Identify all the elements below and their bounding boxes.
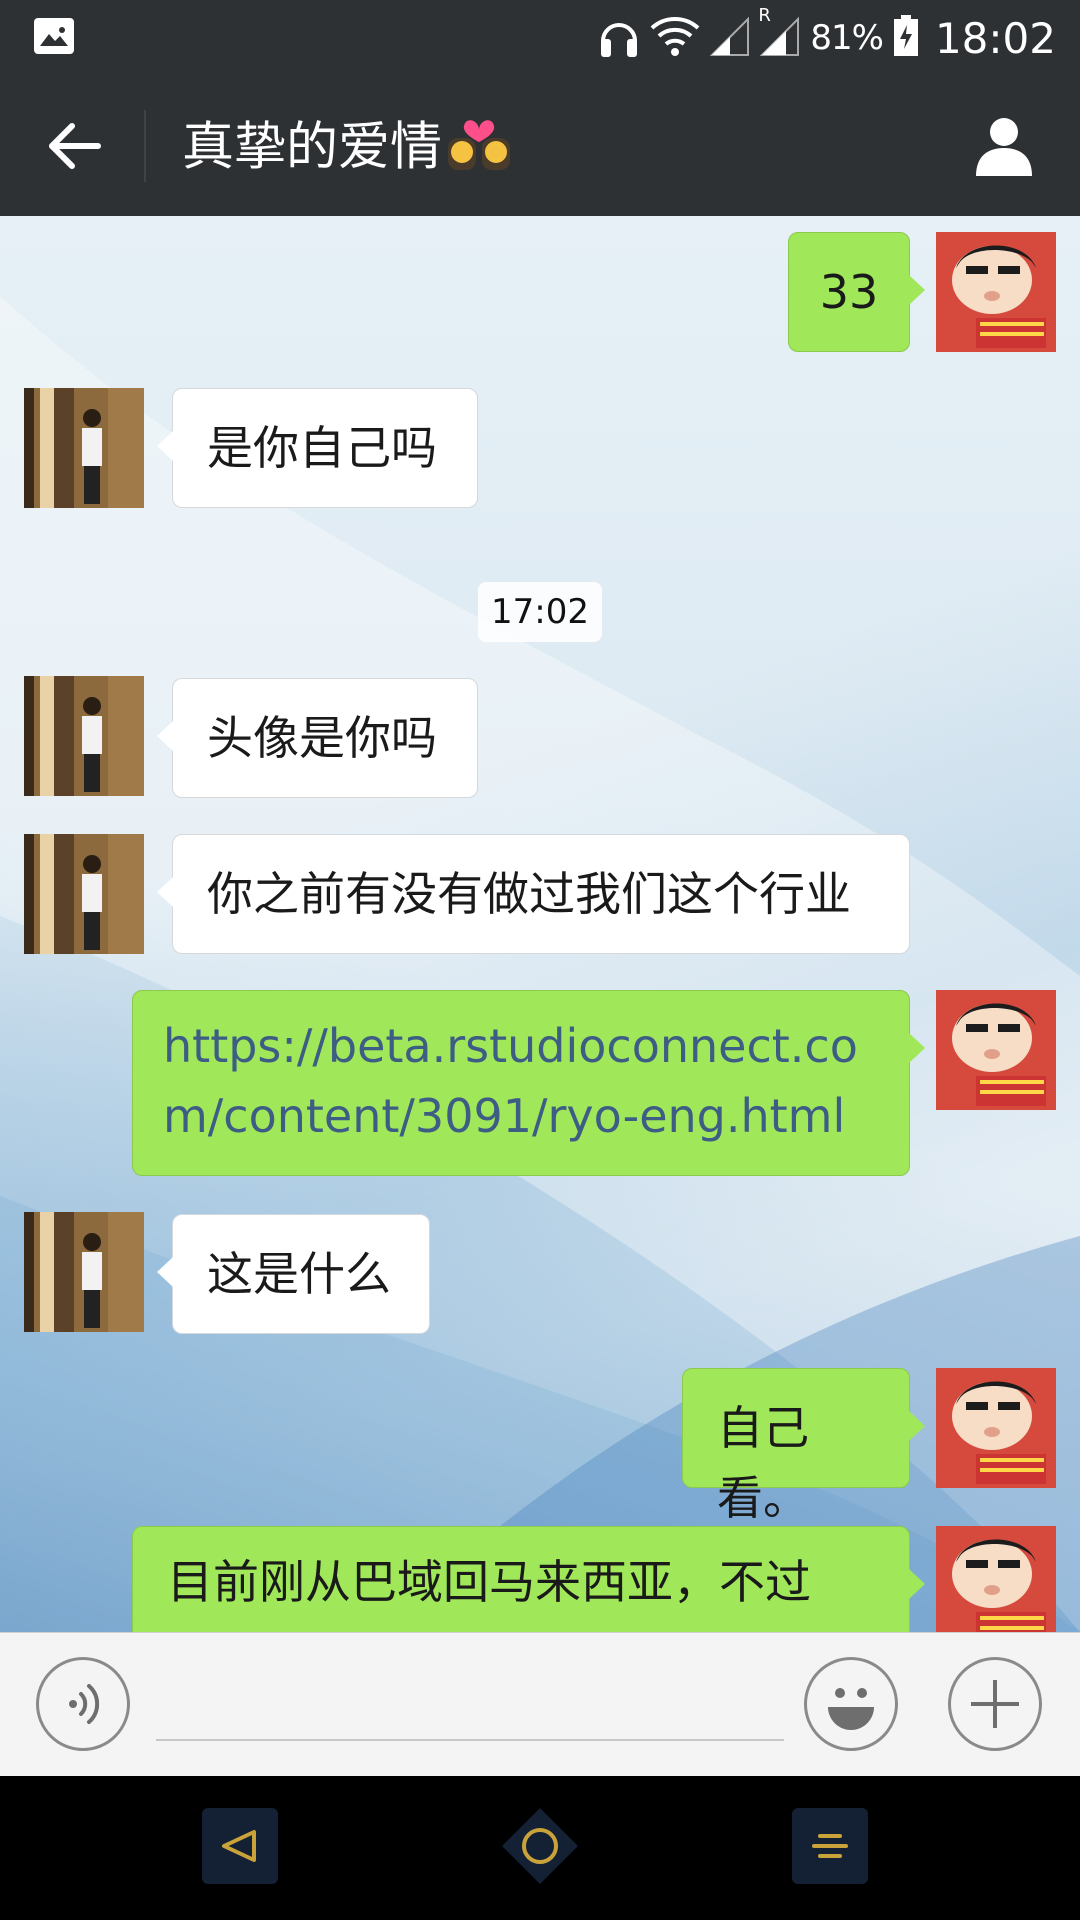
roaming-label: R — [758, 5, 771, 26]
contact-avatar[interactable] — [24, 676, 144, 796]
voice-icon — [69, 1684, 100, 1724]
message-link[interactable]: https://beta.rstudioconnect.com/content/… — [163, 1019, 858, 1143]
my-avatar[interactable] — [936, 232, 1056, 352]
avatar-cartoon-image — [936, 1526, 1056, 1632]
my-avatar[interactable] — [936, 990, 1056, 1110]
message-text: 自己看。 — [717, 1401, 809, 1525]
contact-profile-button[interactable] — [964, 106, 1044, 186]
nav-home-icon — [502, 1808, 578, 1884]
avatar-cartoon-image — [936, 990, 1056, 1110]
wifi-icon — [650, 14, 700, 62]
status-icons: R 81% 18:02 — [598, 0, 1056, 76]
message-text: 这是什么 — [207, 1247, 391, 1301]
plus-icon — [971, 1680, 1019, 1728]
contact-avatar[interactable] — [24, 1212, 144, 1332]
contact-avatar[interactable] — [24, 834, 144, 954]
nav-back-icon — [222, 1830, 256, 1862]
message-text: 目前刚从巴域回马来西亚，不过 — [167, 1555, 811, 1609]
message-text: 头像是你吗 — [207, 711, 437, 765]
gallery-icon — [34, 18, 74, 54]
message-bubble[interactable]: 自己看。 — [682, 1368, 925, 1525]
voice-button[interactable] — [36, 1657, 130, 1751]
avatar-photo-image — [24, 676, 144, 796]
avatar-photo-image — [24, 834, 144, 954]
signal-icon — [709, 15, 750, 61]
system-navigation-bar — [0, 1776, 1080, 1920]
my-avatar[interactable] — [936, 1368, 1056, 1488]
back-button[interactable] — [34, 106, 114, 186]
battery-percent: 81% — [810, 18, 884, 58]
contact-avatar[interactable] — [24, 388, 144, 508]
couple-kiss-emoji-icon — [444, 108, 514, 193]
avatar-cartoon-image — [936, 232, 1056, 352]
avatar-photo-image — [24, 1212, 144, 1332]
message-bubble[interactable]: https://beta.rstudioconnect.com/content/… — [132, 990, 925, 1176]
message-text: 你之前有没有做过我们这个行业 — [207, 867, 851, 921]
person-icon — [976, 118, 1032, 176]
message-text: 是你自己吗 — [207, 421, 437, 475]
message-bubble[interactable]: 你之前有没有做过我们这个行业 — [157, 834, 910, 954]
message-bubble[interactable]: 是你自己吗 — [157, 388, 478, 508]
message-input[interactable] — [156, 1673, 784, 1741]
avatar-cartoon-image — [936, 1368, 1056, 1488]
battery-charging-icon — [893, 15, 919, 61]
chat-header: 真挚的爱情 — [0, 76, 1080, 216]
smiley-icon — [828, 1688, 874, 1730]
message-bubble[interactable]: 33 — [788, 232, 925, 352]
arrow-left-icon — [49, 123, 101, 169]
signal-roaming-icon: R — [758, 5, 800, 61]
headphones-icon — [598, 13, 640, 63]
message-bubble[interactable]: 这是什么 — [157, 1214, 430, 1334]
nav-recents-icon — [812, 1834, 848, 1858]
status-bar: R 81% 18:02 — [0, 0, 1080, 76]
emoji-button[interactable] — [804, 1657, 898, 1751]
message-bubble[interactable]: 头像是你吗 — [157, 678, 478, 798]
chat-title-text: 真挚的爱情 — [182, 117, 443, 178]
nav-recents-button[interactable] — [792, 1808, 868, 1884]
chat-area[interactable]: 33 是你自己吗 17:02 头像是你吗 你之前有没有做过我们这个行业 http… — [0, 216, 1080, 1632]
message-input-bar — [0, 1632, 1080, 1777]
chat-title: 真挚的爱情 — [182, 108, 514, 184]
message-bubble[interactable]: 目前刚从巴域回马来西亚，不过 — [132, 1526, 925, 1632]
nav-home-button[interactable] — [500, 1806, 580, 1886]
message-text: 33 — [819, 265, 879, 319]
my-avatar[interactable] — [936, 1526, 1056, 1632]
more-button[interactable] — [948, 1657, 1042, 1751]
header-divider — [144, 110, 146, 182]
status-time: 18:02 — [934, 13, 1056, 63]
avatar-photo-image — [24, 388, 144, 508]
nav-back-button[interactable] — [202, 1808, 278, 1884]
timestamp: 17:02 — [478, 582, 602, 642]
